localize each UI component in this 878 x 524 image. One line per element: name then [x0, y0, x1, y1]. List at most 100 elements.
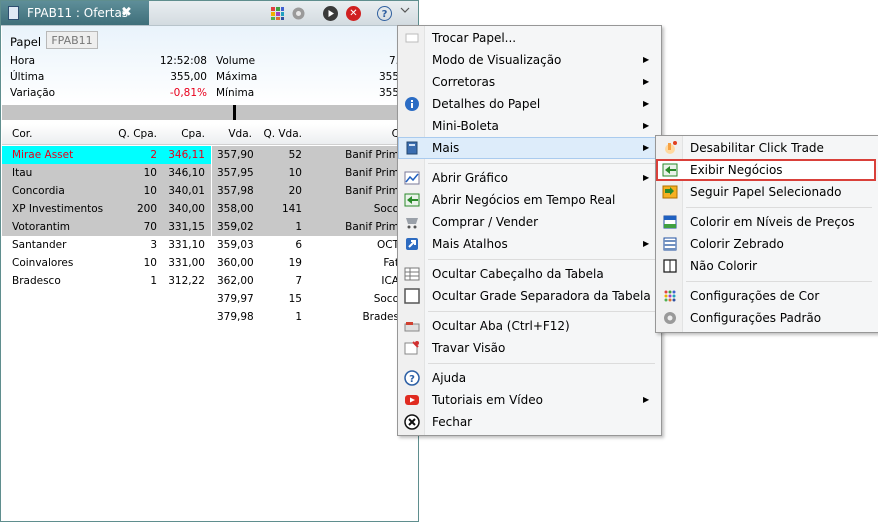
menu-item-seguir-papel-selecionado[interactable]: Seguir Papel Selecionado	[656, 181, 876, 203]
cell-vda: 359,02	[217, 221, 254, 233]
menu-item-configura-es-padr-o[interactable]: Configurações Padrão	[656, 307, 876, 329]
stop-icon[interactable]: ✕	[346, 6, 361, 21]
menu-item-tutoriais-em-v-deo[interactable]: Tutoriais em Vídeo ▶	[398, 389, 659, 411]
menu-item-mais[interactable]: Mais ▶	[398, 137, 659, 159]
table-row[interactable]: Coinvalores 10 331,00 360,00 19 Fat	[2, 254, 419, 272]
cell-qcpa: 10	[143, 167, 157, 179]
color-levels-icon	[662, 214, 678, 230]
volume-label: Volume	[216, 55, 256, 67]
menu-item-label: Mini-Boleta	[432, 119, 499, 133]
menu-item-ocultar-cabe-alho-da-tabela[interactable]: Ocultar Cabeçalho da Tabela	[398, 263, 659, 285]
menu-item-label: Fechar	[432, 415, 473, 429]
svg-text:?: ?	[409, 374, 415, 385]
close-circle-icon	[404, 414, 420, 430]
table-row[interactable]: Votorantim 70 331,15 359,02 1 Banif Prim	[2, 218, 419, 236]
menu-separator	[428, 163, 655, 164]
menu-item-trocar-papel[interactable]: Trocar Papel...	[398, 27, 659, 49]
table-row[interactable]: Mirae Asset 2 346,11 357,90 52 Banif Prim	[2, 146, 419, 164]
submenu-arrow-icon: ▶	[643, 77, 650, 86]
submenu-arrow-icon: ▶	[643, 239, 650, 248]
table-row[interactable]: 379,97 15 Soco	[2, 290, 419, 308]
menu-item-travar-vis-o[interactable]: Travar Visão	[398, 337, 659, 359]
menu-item-mini-boleta[interactable]: Mini-Boleta ▶	[398, 115, 659, 137]
menu-separator	[686, 207, 872, 208]
chevron-down-icon[interactable]	[397, 3, 412, 18]
col-vda[interactable]: Vda.	[217, 128, 252, 140]
gear-icon[interactable]	[291, 6, 306, 21]
menu-item-label: Detalhes do Papel	[432, 97, 541, 111]
variacao-value: -0,81%	[169, 87, 207, 99]
price-split-bar[interactable]	[2, 105, 419, 120]
shortcut-icon	[404, 236, 420, 252]
menu-item-label: Ajuda	[432, 371, 467, 385]
col-cor[interactable]: Cor.	[12, 128, 32, 140]
submenu-arrow-icon: ▶	[643, 55, 650, 64]
table-row[interactable]: Concordia 10 340,01 357,98 20 Banif Prim	[2, 182, 419, 200]
cell-vda: 357,90	[217, 149, 254, 161]
video-icon	[404, 392, 420, 408]
table-row[interactable]: XP Investimentos 200 340,00 358,00 141 Soco	[2, 200, 419, 218]
cell-cor: Itau	[12, 167, 33, 179]
col-qvda[interactable]: Q. Vda.	[257, 128, 302, 140]
table-row[interactable]: 379,98 1 Brades	[2, 308, 419, 326]
table-row[interactable]: Bradesco 1 312,22 362,00 7 ICA	[2, 272, 419, 290]
offers-table-header: Cor. Q. Cpa. Cpa. Vda. Q. Vda. C	[2, 124, 419, 145]
menu-item-abrir-neg-cios-em-tempo-real[interactable]: Abrir Negócios em Tempo Real	[398, 189, 659, 211]
menu-item-label: Travar Visão	[432, 341, 506, 355]
menu-item-corretoras[interactable]: Corretoras ▶	[398, 71, 659, 93]
menu-item-exibir-neg-cios[interactable]: Exibir Negócios	[656, 159, 876, 181]
cell-qvda: 20	[288, 185, 302, 197]
cell-qcpa: 200	[136, 203, 157, 215]
submenu-mais: Desabilitar Click Trade Exibir Negócios Se…	[655, 135, 878, 333]
menu-item-colorir-em-n-veis-de-pre-os[interactable]: Colorir em Níveis de Preços	[656, 211, 876, 233]
cell-cpa: 331,15	[168, 221, 205, 233]
menu-item-label: Modo de Visualização	[432, 53, 562, 67]
col-qcpa[interactable]: Q. Cpa.	[112, 128, 157, 140]
colorgrid-icon[interactable]	[270, 6, 285, 21]
click-trade-icon	[662, 140, 678, 156]
ultima-label: Última	[10, 71, 45, 83]
play-icon[interactable]	[323, 6, 338, 21]
menu-item-desabilitar-click-trade[interactable]: Desabilitar Click Trade	[656, 137, 876, 159]
cell-vda: 358,00	[217, 203, 254, 215]
cell-vda: 357,95	[217, 167, 254, 179]
cell-qvda: 15	[288, 293, 302, 305]
table-row[interactable]: Itau 10 346,10 357,95 10 Banif Prim	[2, 164, 419, 182]
gear-icon	[662, 310, 678, 326]
tab-ofertas[interactable]: FPAB11 : Ofertas ✖	[1, 1, 149, 25]
menu-item-ocultar-grade-separadora-da-tabela[interactable]: Ocultar Grade Separadora da Tabela	[398, 285, 659, 307]
cell-cpa: 340,00	[168, 203, 205, 215]
menu-item-colorir-zebrado[interactable]: Colorir Zebrado	[656, 233, 876, 255]
cell-vda: 379,98	[217, 311, 254, 323]
cell-qcpa: 2	[150, 149, 157, 161]
info-icon	[404, 96, 420, 112]
context-menu: Trocar Papel... Modo de Visualização ▶ Corr…	[397, 25, 662, 436]
table-row[interactable]: Santander 3 331,10 359,03 6 OCT	[2, 236, 419, 254]
menu-item-label: Mais Atalhos	[432, 237, 508, 251]
tab-close-icon[interactable]: ✖	[121, 1, 132, 25]
cell-cvda: Banif Prim	[345, 149, 399, 161]
menu-item-ocultar-aba-ctrl-f12[interactable]: Ocultar Aba (Ctrl+F12)	[398, 315, 659, 337]
menu-item-n-o-colorir[interactable]: Não Colorir	[656, 255, 876, 277]
help-icon[interactable]: ?	[377, 6, 392, 21]
paper-field[interactable]: FPAB11	[46, 31, 98, 49]
cell-qvda: 52	[288, 149, 302, 161]
menu-item-mais-atalhos[interactable]: Mais Atalhos ▶	[398, 233, 659, 255]
submenu-arrow-icon: ▶	[643, 99, 650, 108]
menu-item-comprar-vender[interactable]: Comprar / Vender	[398, 211, 659, 233]
menu-item-label: Configurações Padrão	[690, 311, 822, 325]
cell-qcpa: 10	[143, 257, 157, 269]
col-cpa[interactable]: Cpa.	[162, 128, 205, 140]
hora-value: 12:52:08	[159, 55, 207, 67]
menu-item-ajuda[interactable]: ? Ajuda	[398, 367, 659, 389]
cell-cor: Bradesco	[12, 275, 61, 287]
menu-item-configura-es-de-cor[interactable]: Configurações de Cor	[656, 285, 876, 307]
maxima-value: 355	[378, 71, 399, 83]
cell-qvda: 1	[295, 221, 302, 233]
menu-item-detalhes-do-papel[interactable]: Detalhes do Papel ▶	[398, 93, 659, 115]
cell-vda: 360,00	[217, 257, 254, 269]
menu-item-label: Abrir Gráfico	[432, 171, 508, 185]
menu-item-modo-de-visualiza-o[interactable]: Modo de Visualização ▶	[398, 49, 659, 71]
menu-item-fechar[interactable]: Fechar	[398, 411, 659, 433]
menu-item-abrir-gr-fico[interactable]: Abrir Gráfico ▶	[398, 167, 659, 189]
